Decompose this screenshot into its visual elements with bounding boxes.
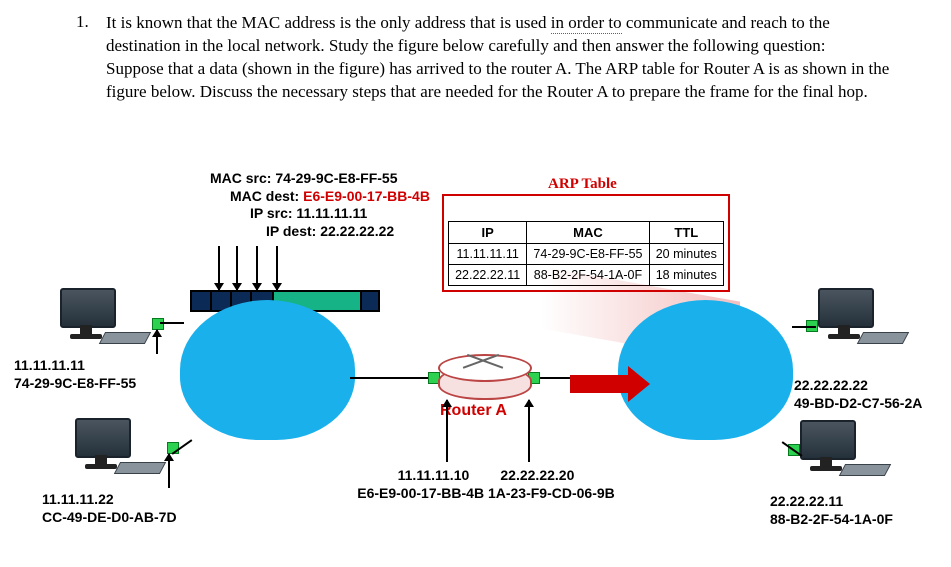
router-left-mac: E6-E9-00-17-BB-4B xyxy=(357,485,484,501)
pc3-mac: 49-BD-D2-C7-56-2A xyxy=(794,394,922,412)
flow-arrow-icon xyxy=(570,375,630,393)
arp-header-mac: MAC xyxy=(527,222,649,244)
pc-top-left-icon xyxy=(60,288,160,358)
pc2-arrow-icon xyxy=(168,454,170,488)
packet-segment xyxy=(190,290,210,312)
router-right-mac: 1A-23-F9-CD-06-9B xyxy=(488,485,615,501)
host-link xyxy=(792,326,816,328)
question-part3: Suppose that a data (shown in the figure… xyxy=(106,59,889,101)
arp-header-ip: IP xyxy=(449,222,527,244)
question-part1: It is known that the MAC address is the … xyxy=(106,13,551,32)
host-link xyxy=(160,322,184,324)
arp-header-row: IP MAC TTL xyxy=(449,222,724,244)
network-cloud-left xyxy=(180,300,355,440)
arp-cell-ttl: 20 minutes xyxy=(649,244,723,265)
pc3-ip: 22.22.22.22 xyxy=(794,376,922,394)
router-right-arrow-icon xyxy=(528,400,530,462)
mac-src-label: MAC src: 74-29-9C-E8-FF-55 xyxy=(210,170,430,188)
ip-dest-label: IP dest: 22.22.22.22 xyxy=(266,223,430,241)
pc3-label: 22.22.22.22 49-BD-D2-C7-56-2A xyxy=(794,376,922,412)
question-number: 1. xyxy=(76,12,89,32)
router-a-icon xyxy=(438,354,528,399)
arp-cell-ip: 11.11.11.11 xyxy=(449,244,527,265)
pc4-mac: 88-B2-2F-54-1A-0F xyxy=(770,510,893,528)
label-arrow-icon xyxy=(218,246,220,290)
mac-dest-label: MAC dest: E6-E9-00-17-BB-4B xyxy=(230,188,430,206)
arp-table-title: ARP Table xyxy=(548,176,617,193)
question-underlined: in order to xyxy=(551,13,622,34)
arp-cell-ttl: 18 minutes xyxy=(649,265,723,286)
pc-top-right-icon xyxy=(818,288,918,358)
pc2-ip: 11.11.11.22 xyxy=(42,490,177,508)
mac-dest-value: E6-E9-00-17-BB-4B xyxy=(303,188,430,204)
pc2-label: 11.11.11.22 CC-49-DE-D0-AB-7D xyxy=(42,490,177,526)
router-left-ip: 11.11.11.10 xyxy=(398,467,470,483)
ip-src-label: IP src: 11.11.11.11 xyxy=(250,205,430,223)
pc-bottom-left-icon xyxy=(75,418,175,488)
label-arrow-icon xyxy=(236,246,238,290)
question-text: It is known that the MAC address is the … xyxy=(106,12,906,104)
arp-row: 11.11.11.11 74-29-9C-E8-FF-55 20 minutes xyxy=(449,244,724,265)
arp-cell-mac: 74-29-9C-E8-FF-55 xyxy=(527,244,649,265)
pc4-label: 22.22.22.11 88-B2-2F-54-1A-0F xyxy=(770,492,893,528)
arp-header-ttl: TTL xyxy=(649,222,723,244)
packet-segment xyxy=(360,290,380,312)
pc-bottom-right-icon xyxy=(800,420,900,490)
pc1-arrow-icon xyxy=(156,330,158,354)
label-arrow-icon xyxy=(256,246,258,290)
pc1-label: 11.11.11.11 74-29-9C-E8-FF-55 xyxy=(14,356,136,392)
label-arrow-icon xyxy=(276,246,278,290)
arp-cell-ip: 22.22.22.11 xyxy=(449,265,527,286)
router-left-arrow-icon xyxy=(446,400,448,462)
pc4-ip: 22.22.22.11 xyxy=(770,492,893,510)
mac-dest-prefix: MAC dest: xyxy=(230,188,303,204)
pc1-mac: 74-29-9C-E8-FF-55 xyxy=(14,374,136,392)
router-right-ip: 22.22.22.20 xyxy=(500,467,574,483)
router-interfaces-label: 11.11.11.10 22.22.22.20 E6-E9-00-17-BB-4… xyxy=(336,466,636,502)
pc2-mac: CC-49-DE-D0-AB-7D xyxy=(42,508,177,526)
link-left xyxy=(350,377,438,379)
packet-header-labels: MAC src: 74-29-9C-E8-FF-55 MAC dest: E6-… xyxy=(210,170,430,240)
pc1-ip: 11.11.11.11 xyxy=(14,356,136,374)
